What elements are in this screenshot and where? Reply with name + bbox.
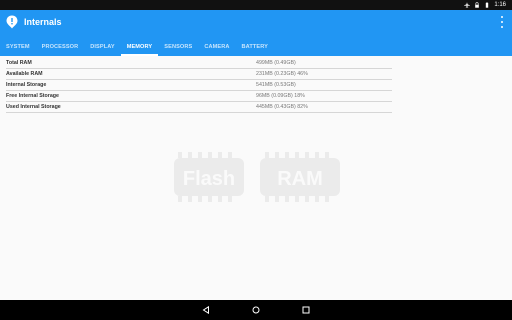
table-row: Internal Storage 541MB (0.53GB) (6, 80, 392, 91)
back-icon[interactable] (201, 305, 211, 315)
airplane-icon (464, 2, 471, 8)
row-value: 499MB (0.49GB) (256, 60, 296, 66)
app-title: Internals (24, 17, 62, 27)
table-row: Total RAM 499MB (0.49GB) (6, 58, 392, 69)
home-icon[interactable] (251, 305, 261, 315)
memory-table: Total RAM 499MB (0.49GB) Available RAM 2… (6, 58, 392, 113)
row-label: Available RAM (6, 71, 43, 77)
overflow-menu-icon[interactable] (500, 16, 504, 28)
watermark-ram-text: RAM (277, 168, 323, 190)
memory-chip-watermark: Flash RAM (174, 152, 340, 202)
row-label: Used Internal Storage (6, 104, 61, 110)
battery-icon (486, 2, 489, 8)
table-row: Available RAM 231MB (0.23GB) 46% (6, 69, 392, 80)
tab-sensors[interactable]: SENSORS (158, 38, 198, 56)
navigation-bar (0, 300, 512, 320)
row-value: 96MB (0.09GB) 18% (256, 93, 305, 99)
recents-icon[interactable] (301, 305, 311, 315)
row-label: Internal Storage (6, 82, 47, 88)
tab-bar: SYSTEM PROCESSOR DISPLAY MEMORY SENSORS … (0, 38, 274, 56)
tab-display[interactable]: DISPLAY (84, 38, 120, 56)
row-value: 445MB (0.43GB) 82% (256, 104, 308, 110)
lock-icon (475, 2, 480, 8)
row-label: Free Internal Storage (6, 93, 59, 99)
tab-processor[interactable]: PROCESSOR (36, 38, 85, 56)
app-bar: Internals SYSTEM PROCESSOR DISPLAY MEMOR… (0, 10, 512, 56)
row-value: 231MB (0.23GB) 46% (256, 71, 308, 77)
tab-battery[interactable]: BATTERY (236, 38, 275, 56)
watermark-flash-text: Flash (183, 168, 235, 190)
tab-camera[interactable]: CAMERA (198, 38, 235, 56)
app-logo-icon (6, 15, 18, 29)
tab-memory[interactable]: MEMORY (120, 38, 159, 56)
clock: 1:16 (494, 2, 506, 8)
tab-system[interactable]: SYSTEM (0, 38, 36, 56)
table-row: Used Internal Storage 445MB (0.43GB) 82% (6, 102, 392, 113)
row-value: 541MB (0.53GB) (256, 82, 296, 88)
table-row: Free Internal Storage 96MB (0.09GB) 18% (6, 91, 392, 102)
row-label: Total RAM (6, 60, 32, 66)
status-bar: 1:16 (0, 0, 512, 10)
